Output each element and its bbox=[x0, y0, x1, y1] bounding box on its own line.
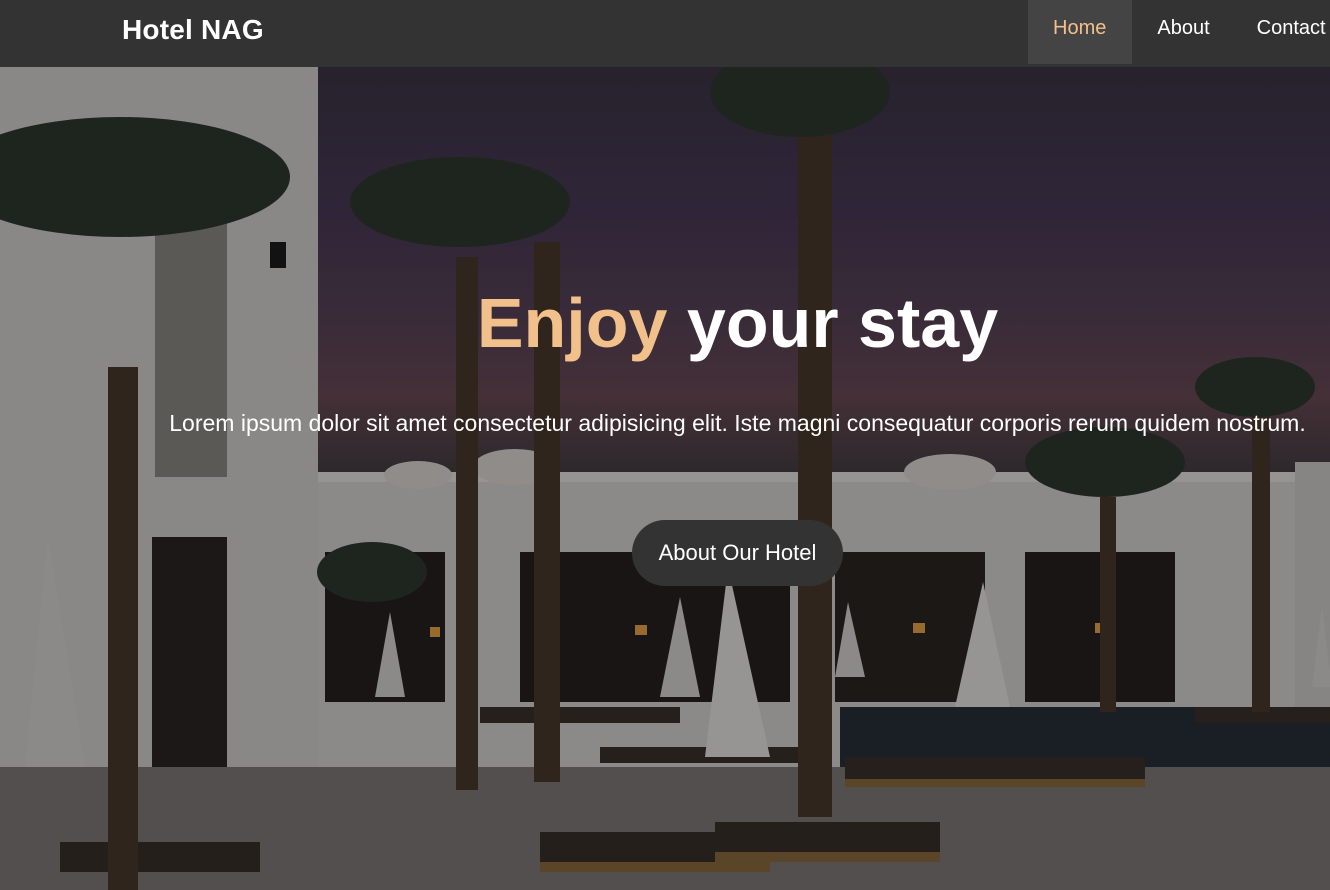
top-navbar: Hotel NAG Home About Contact bbox=[0, 0, 1330, 67]
hero-title-rest: your stay bbox=[686, 284, 999, 362]
hero-section: Enjoy your stay Lorem ipsum dolor sit am… bbox=[0, 67, 1330, 890]
nav-link-home[interactable]: Home bbox=[1028, 0, 1133, 64]
brand-logo[interactable]: Hotel NAG bbox=[122, 14, 264, 46]
nav-link-contact[interactable]: Contact bbox=[1232, 0, 1330, 64]
hero-description: Lorem ipsum dolor sit amet consectetur a… bbox=[169, 410, 1306, 436]
hero-title-accent: Enjoy bbox=[476, 284, 668, 362]
about-hotel-button[interactable]: About Our Hotel bbox=[632, 520, 843, 586]
nav-link-about[interactable]: About bbox=[1132, 0, 1231, 64]
hero-title: Enjoy your stay bbox=[0, 283, 1330, 363]
hero-dark-overlay bbox=[0, 67, 1330, 890]
nav-links: Home About Contact bbox=[1028, 0, 1330, 64]
